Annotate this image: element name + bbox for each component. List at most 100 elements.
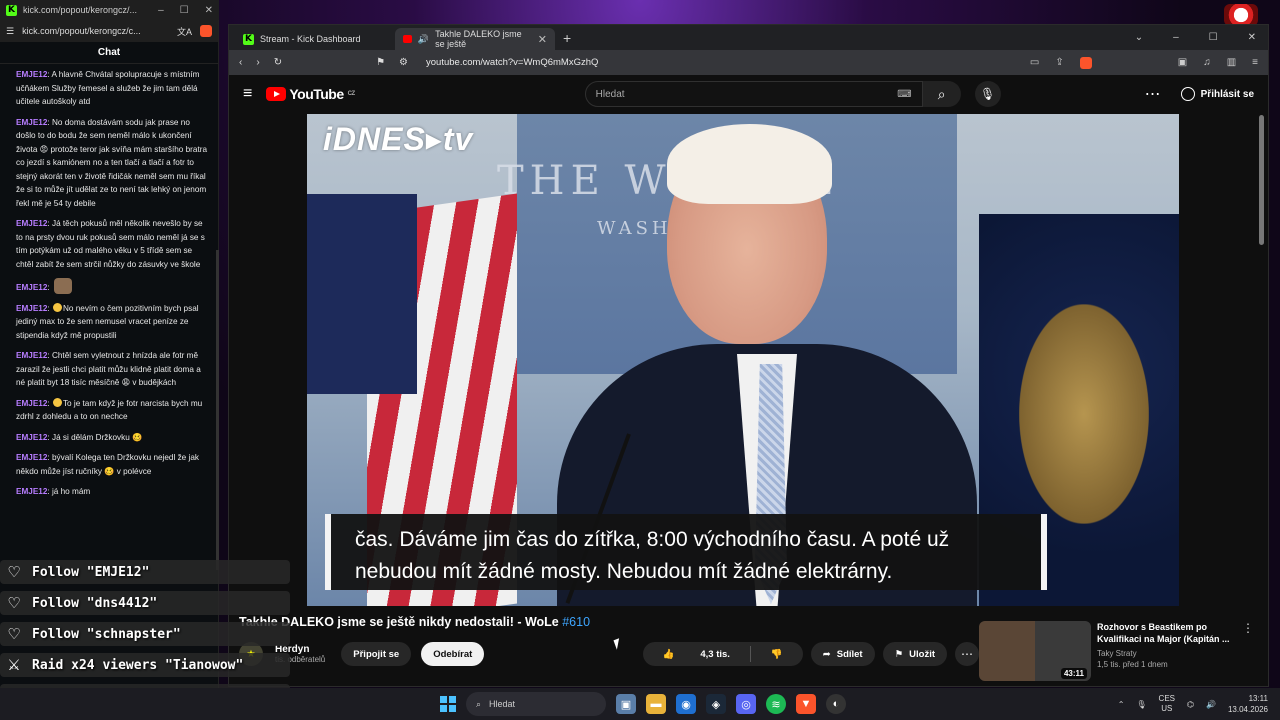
chat-username[interactable]: EMJE12 (16, 304, 47, 313)
volume-icon[interactable]: 🔊 (1206, 700, 1216, 709)
youtube-favicon-icon (403, 35, 412, 43)
chat-username[interactable]: EMJE12 (16, 399, 47, 408)
microphone-icon[interactable]: 🎙 (1136, 700, 1146, 709)
maximize-icon[interactable]: ☐ (180, 5, 189, 16)
chat-url[interactable]: kick.com/popout/kerongcz/c... (22, 26, 141, 36)
brave-shield-icon[interactable] (200, 25, 212, 37)
wallet-icon[interactable]: ▣ (1178, 57, 1187, 69)
stream-alert: ♡ Follow "schnapster" (0, 622, 290, 646)
obs-icon[interactable]: ◐ (826, 694, 846, 714)
chat-username[interactable]: EMJE12 (16, 351, 47, 360)
back-icon[interactable]: ‹ (239, 57, 242, 68)
discord-icon[interactable]: ◎ (736, 694, 756, 714)
bookmark-icon[interactable]: ⚑ (376, 57, 385, 68)
heart-icon: ♡ (7, 595, 21, 612)
tab-search-icon[interactable]: ⌄ (1135, 32, 1143, 43)
chat-message: EMJE12: (16, 278, 210, 295)
youtube-logo-text: YouTube (289, 86, 344, 102)
chat-username[interactable]: EMJE12 (16, 118, 47, 127)
site-info-icon[interactable]: ☰ (6, 26, 14, 37)
tray-overflow-icon[interactable]: ⌃ (1118, 700, 1125, 709)
idnes-watermark: iDNES▸tv (323, 121, 474, 157)
recommended-thumbnail[interactable]: 43:11 (979, 621, 1091, 681)
like-button[interactable]: 👍 4,3 tis. (643, 649, 750, 660)
recommended-title[interactable]: Rozhovor s Beastikem po Kvalifikaci na M… (1097, 621, 1237, 645)
join-button[interactable]: Připojit se (341, 642, 412, 666)
steam-icon[interactable]: ◈ (706, 694, 726, 714)
chat-url-bar[interactable]: ☰ kick.com/popout/kerongcz/c... 文A (0, 20, 218, 42)
chat-username[interactable]: EMJE12 (16, 70, 47, 79)
stream-alert-text: Follow "EMJE12" (32, 564, 150, 580)
keyboard-icon[interactable]: ⌨ (897, 89, 911, 100)
translate-icon[interactable]: 文A (177, 25, 192, 38)
minimize-icon[interactable]: – (1173, 32, 1179, 43)
save-button[interactable]: ⚑ Uložit (882, 642, 947, 666)
edge-icon[interactable]: ◉ (676, 694, 696, 714)
url-field[interactable]: youtube.com/watch?v=WmQ6mMxGzhQ (426, 57, 598, 68)
chat-message-list: EMJE12: A hlavně Chvátal spolupracuje s … (0, 64, 218, 499)
stream-alert-text: Follow "schnapster" (32, 626, 181, 642)
youtube-logo[interactable]: YouTube CZ (266, 86, 355, 102)
gallery-app-icon[interactable]: ▣ (616, 694, 636, 714)
close-icon[interactable]: ✕ (205, 5, 213, 16)
language-indicator[interactable]: CES US (1159, 694, 1175, 714)
youtube-header: ≡ YouTube CZ Hledat ⌨ ⌕ 🎙 ⋯ Přihlásit se (229, 75, 1268, 113)
recommended-more-icon[interactable]: ⋮ (1242, 621, 1254, 635)
video-flag-blue (307, 194, 417, 394)
chat-username[interactable]: EMJE12 (16, 487, 47, 496)
chat-username[interactable]: EMJE12 (16, 453, 47, 462)
video-actions: 👍 4,3 tis. 👎 ➦ Sdílet ⚑ Uložit ⋯ (642, 642, 979, 666)
hamburger-menu-icon[interactable]: ≡ (243, 85, 252, 103)
more-actions-button[interactable]: ⋯ (955, 642, 979, 666)
forward-icon[interactable]: › (256, 57, 259, 68)
file-explorer-icon[interactable]: ▬ (646, 694, 666, 714)
share-icon[interactable]: ⇪ (1055, 57, 1063, 69)
video-meta-row: ★ Herdyn tis. odběratelů Připojit se Ode… (239, 637, 979, 671)
subtitle-line: čas. Dáváme jim čas do zítřka, 8:00 vých… (355, 528, 950, 551)
more-options-icon[interactable]: ⋯ (1145, 84, 1161, 104)
search-input[interactable]: Hledat ⌨ (584, 81, 923, 107)
dislike-button[interactable]: 👎 (751, 649, 803, 660)
taskbar-search[interactable]: ⌕ Hledat (466, 692, 606, 716)
menu-icon[interactable]: ≡ (1252, 57, 1258, 69)
recommended-channel[interactable]: Taky Straty (1097, 649, 1237, 658)
page-scrollbar[interactable] (1259, 115, 1264, 245)
chat-username[interactable]: EMJE12 (16, 219, 47, 228)
microphone-icon: 🎙 (980, 87, 996, 101)
chat-scrollbar[interactable] (216, 250, 219, 570)
clock[interactable]: 13:11 13.04.2026 (1228, 693, 1268, 715)
heart-icon: ♡ (7, 564, 21, 581)
chat-username[interactable]: EMJE12 (16, 433, 47, 442)
minimize-icon[interactable]: – (158, 5, 164, 16)
address-bar: ‹ › ↻ ⚑ ⚙ youtube.com/watch?v=WmQ6mMxGzh… (229, 50, 1268, 75)
video-hashtag[interactable]: #610 (562, 615, 590, 629)
new-tab-button[interactable]: + (563, 30, 571, 46)
voice-search-button[interactable]: 🎙 (974, 81, 1001, 107)
chat-message: EMJE12: Já těch pokusů měl několik neveš… (16, 219, 205, 269)
chat-message: EMJE12: Chtěl sem vyletnout z hnízda ale… (16, 351, 201, 387)
close-icon[interactable]: ✕ (1248, 32, 1256, 43)
media-icon[interactable]: ♫ (1203, 57, 1211, 69)
subscribe-button[interactable]: Odebírat (421, 642, 485, 666)
cast-icon[interactable]: ▭ (1030, 57, 1039, 69)
signin-button[interactable]: Přihlásit se (1180, 87, 1254, 101)
search-button[interactable]: ⌕ (922, 81, 961, 107)
chat-username[interactable]: EMJE12 (16, 283, 47, 292)
share-button[interactable]: ➦ Sdílet (810, 642, 875, 666)
spotify-icon[interactable]: ≋ (766, 694, 786, 714)
chat-message-text: já ho mám (51, 487, 91, 496)
network-icon[interactable]: ⌬ (1187, 700, 1194, 709)
tab-close-icon[interactable]: ✕ (538, 33, 547, 46)
brave-icon[interactable]: ▼ (796, 694, 816, 714)
tab-youtube-video[interactable]: 🔊 Takhle DALEKO jsme se ještě ✕ (395, 28, 555, 50)
account-icon (1180, 87, 1195, 101)
brave-shield-icon[interactable] (1079, 56, 1092, 69)
reload-icon[interactable]: ↻ (274, 57, 282, 68)
maximize-icon[interactable]: ☐ (1209, 32, 1218, 43)
start-button[interactable] (440, 696, 456, 712)
site-info-icon[interactable]: ⚙ (399, 57, 408, 68)
recommended-video[interactable]: 43:11 Rozhovor s Beastikem po Kvalifikac… (979, 621, 1254, 687)
sidebar-icon[interactable]: ▥ (1227, 57, 1236, 69)
video-player[interactable]: THE WH USE WASH iDNES▸tv čas. Dáváme jim… (307, 114, 1179, 606)
tab-kick-dashboard[interactable]: K Stream - Kick Dashboard (235, 28, 395, 50)
